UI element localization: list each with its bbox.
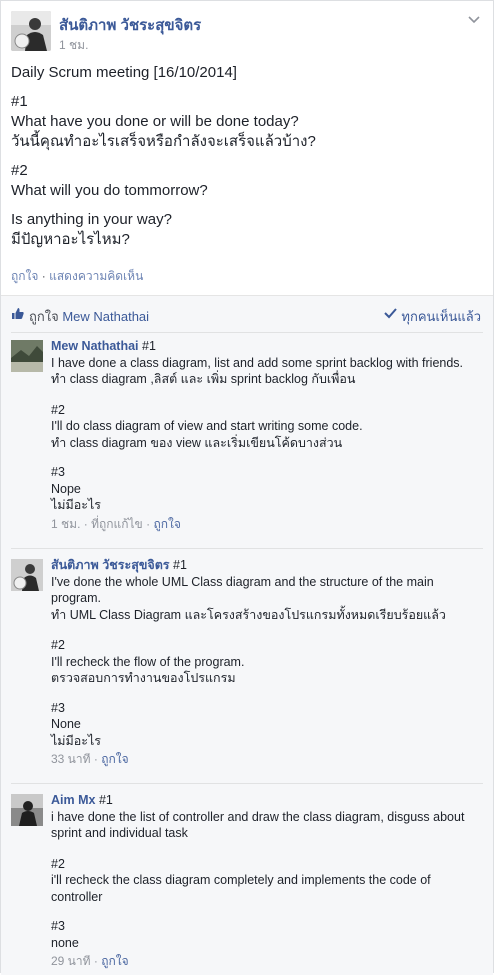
- post-line: มีปัญหาอะไรไหม?: [11, 231, 130, 248]
- post-line: #1: [11, 93, 28, 110]
- comment-like-link[interactable]: ถูกใจ: [101, 752, 128, 766]
- comment-time[interactable]: 33 นาที: [51, 752, 91, 766]
- like-summary-text: ถูกใจ Mew Nathathai: [29, 306, 149, 327]
- comment-line: ไม่มีอะไร: [51, 498, 101, 512]
- comment-like-link[interactable]: ถูกใจ: [101, 954, 128, 968]
- seen-by-label[interactable]: ทุกคนเห็นแล้ว: [401, 306, 481, 327]
- thumbs-up-icon: [12, 308, 24, 319]
- commenter-avatar[interactable]: [11, 340, 43, 372]
- separator: ·: [41, 269, 46, 283]
- comment-line: ไม่มีอะไร: [51, 733, 101, 748]
- comment-time[interactable]: 1 ชม.: [51, 517, 80, 531]
- author-name[interactable]: สันติภาพ วัชระสุขจิตร: [59, 13, 201, 37]
- comment-line: I have done a class diagram, list and ad…: [51, 355, 464, 370]
- author-avatar[interactable]: [11, 11, 51, 51]
- post-paragraph: Daily Scrum meeting [16/10/2014]: [11, 63, 481, 83]
- divider: [11, 332, 483, 333]
- comment-paragraph: I have done a class diagram, list and ad…: [51, 355, 483, 388]
- post-time[interactable]: 1 ชม.: [59, 36, 88, 55]
- comment-meta: 33 นาที · ถูกใจ: [51, 752, 129, 766]
- comment-line: None: [51, 717, 81, 731]
- comment-body: Mew Nathathai #1 I have done a class diag…: [51, 338, 483, 532]
- post-header: สันติภาพ วัชระสุขจิตร 1 ชม.: [11, 11, 485, 53]
- comment-paragraph: #3 none: [51, 918, 483, 951]
- commenter-name[interactable]: Mew Nathathai: [51, 339, 139, 353]
- comments-section: ถูกใจ Mew Nathathai ทุกคนเห็นแล้ว Mew Na…: [1, 295, 493, 975]
- comment-line: ตรวจสอบการทำงานของโปรแกรม: [51, 671, 236, 685]
- like-summary: ถูกใจ Mew Nathathai ทุกคนเห็นแล้ว: [9, 304, 485, 324]
- comment-paragraph: #3 Nope ไม่มีอะไร: [51, 464, 483, 514]
- post-line: What will you do tommorrow?: [11, 182, 208, 199]
- commenter-avatar[interactable]: [11, 794, 43, 826]
- post-line: Is anything in your way?: [11, 211, 172, 228]
- comment-first-line: Mew Nathathai #1: [51, 338, 483, 355]
- comment-line: I'll do class diagram of view and start …: [51, 419, 363, 433]
- like-word: ถูกใจ: [29, 309, 59, 324]
- like-link[interactable]: ถูกใจ: [11, 269, 38, 283]
- comment-first-line: Aim Mx #1: [51, 792, 483, 809]
- post-paragraph: Is anything in your way? มีปัญหาอะไรไหม?: [11, 210, 481, 250]
- comment-paragraph: I've done the whole UML Class diagram an…: [51, 574, 483, 624]
- comment-line: #3: [51, 465, 65, 479]
- comment-line: ทำ class diagram ของ view และเริ่มเขียนโ…: [51, 435, 343, 450]
- comment-tag: #1: [98, 793, 113, 807]
- comment-tag: #1: [142, 339, 156, 353]
- post-body: Daily Scrum meeting [16/10/2014] #1 What h…: [11, 63, 481, 259]
- divider: [11, 783, 483, 784]
- comment-paragraph: i have done the list of controller and d…: [51, 809, 483, 842]
- edited-label[interactable]: ที่ถูกแก้ไข: [91, 517, 143, 531]
- comment-line: #3: [51, 919, 65, 933]
- comment-body: สันติภาพ วัชระสุขจิตร #1 I've done the wh…: [51, 557, 483, 768]
- comment-line: i'll recheck the class diagram completel…: [51, 873, 431, 904]
- comment-line: #3: [51, 700, 65, 715]
- comment-line: ทำ class diagram ,ลิสต์ และ เพิ่ม sprint…: [51, 372, 356, 386]
- comment-line: ทำ UML Class Diagram และโครงสร้างของโปรแ…: [51, 607, 446, 622]
- comment-line: I'll recheck the flow of the program.: [51, 654, 245, 669]
- check-icon: [384, 308, 397, 319]
- comment-meta: 1 ชม. · ที่ถูกแก้ไข · ถูกใจ: [51, 516, 181, 531]
- comment-like-link[interactable]: ถูกใจ: [153, 517, 180, 531]
- comment-line: #2: [51, 402, 65, 417]
- post-line: #2: [11, 162, 28, 179]
- post-line: วันนี้คุณทำอะไรเสร็จหรือกำลังจะเสร็จแล้ว…: [11, 133, 316, 150]
- comment-body: Aim Mx #1 i have done the list of control…: [51, 792, 483, 970]
- comment-paragraph: #2 I'll recheck the flow of the program. ต…: [51, 637, 483, 687]
- comment-paragraph: #2 i'll recheck the class diagram complet…: [51, 856, 483, 906]
- comment-line: #2: [51, 856, 65, 871]
- comment-line: #2: [51, 638, 65, 652]
- comment-meta: 29 นาที · ถูกใจ: [51, 954, 129, 968]
- commenter-avatar[interactable]: [11, 559, 43, 591]
- comment-line: none: [51, 935, 79, 950]
- comment-line: i have done the list of controller and d…: [51, 809, 465, 841]
- divider: [11, 548, 483, 549]
- post-actions: ถูกใจ · แสดงความคิดเห็น: [11, 267, 143, 286]
- comment-paragraph: #2 I'll do class diagram of view and star…: [51, 402, 483, 452]
- post-line: Daily Scrum meeting [16/10/2014]: [11, 64, 237, 81]
- comment-tag: #1: [173, 558, 187, 572]
- chevron-down-icon[interactable]: [467, 13, 481, 27]
- feed-post: สันติภาพ วัชระสุขจิตร 1 ชม. Daily Scrum …: [0, 0, 494, 975]
- comment-line: Nope: [51, 481, 81, 496]
- post-line: What have you done or will be done today…: [11, 113, 299, 130]
- comment-paragraph: #3 None ไม่มีอะไร: [51, 700, 483, 750]
- commenter-name[interactable]: สันติภาพ วัชระสุขจิตร: [51, 558, 170, 572]
- liker-name[interactable]: Mew Nathathai: [62, 309, 149, 324]
- comment-link[interactable]: แสดงความคิดเห็น: [49, 269, 143, 283]
- post-paragraph: #1 What have you done or will be done tod…: [11, 92, 481, 152]
- post-paragraph: #2 What will you do tommorrow?: [11, 161, 481, 201]
- commenter-name[interactable]: Aim Mx: [51, 793, 95, 807]
- comment-first-line: สันติภาพ วัชระสุขจิตร #1: [51, 557, 483, 574]
- comment-time[interactable]: 29 นาที: [51, 954, 91, 968]
- comment-line: I've done the whole UML Class diagram an…: [51, 574, 434, 606]
